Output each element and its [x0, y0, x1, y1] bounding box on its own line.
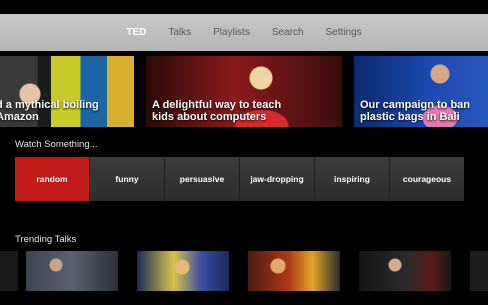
featured-talk-title: d a mythical boiling Amazon — [0, 99, 99, 123]
nav-tab-talks[interactable]: Talks — [168, 27, 191, 38]
trending-talk-thumbnail[interactable] — [26, 251, 118, 291]
nav-tab-settings[interactable]: Settings — [326, 27, 362, 38]
featured-talk-title-line: Our campaign to ban — [360, 99, 471, 111]
featured-talk-title: Our campaign to ban plastic bags in Bali — [360, 99, 470, 123]
nav-tab-ted[interactable]: TED — [126, 27, 146, 38]
featured-talk-title-line: A delightful way to teach — [152, 99, 282, 111]
mood-button-funny[interactable]: funny — [90, 157, 165, 201]
featured-carousel: d a mythical boiling Amazon A delightful… — [0, 56, 488, 127]
featured-talk-card[interactable]: Our campaign to ban plastic bags in Bali — [354, 56, 488, 127]
trending-talk-thumbnail[interactable] — [359, 251, 451, 291]
featured-talk-title-line: d a mythical boiling — [0, 99, 99, 111]
trending-talks-heading: Trending Talks — [15, 234, 77, 245]
featured-talk-title-line: kids about computers — [152, 111, 267, 123]
nav-tab-playlists[interactable]: Playlists — [213, 27, 250, 38]
trending-talk-thumbnail[interactable] — [248, 251, 340, 291]
featured-talk-card[interactable]: d a mythical boiling Amazon — [0, 56, 134, 127]
trending-talk-thumbnail[interactable] — [470, 251, 488, 291]
featured-talk-title-line: Amazon — [0, 111, 39, 123]
top-navigation-bar: TED Talks Playlists Search Settings — [0, 14, 488, 51]
featured-talk-card[interactable]: A delightful way to teach kids about com… — [146, 56, 342, 127]
mood-button-jaw-dropping[interactable]: jaw-dropping — [240, 157, 315, 201]
trending-talks-row — [0, 251, 488, 291]
trending-talk-thumbnail[interactable] — [0, 251, 18, 291]
featured-talk-title: A delightful way to teach kids about com… — [152, 99, 281, 123]
mood-button-persuasive[interactable]: persuasive — [165, 157, 240, 201]
mood-button-inspiring[interactable]: inspiring — [315, 157, 390, 201]
watch-something-heading: Watch Something... — [15, 139, 98, 150]
mood-button-random[interactable]: random — [15, 157, 90, 201]
trending-talk-thumbnail[interactable] — [137, 251, 229, 291]
mood-button-courageous[interactable]: courageous — [390, 157, 464, 201]
mood-selector: random funny persuasive jaw-dropping ins… — [15, 157, 464, 201]
nav-tab-search[interactable]: Search — [272, 27, 304, 38]
featured-talk-title-line: plastic bags in Bali — [360, 111, 460, 123]
